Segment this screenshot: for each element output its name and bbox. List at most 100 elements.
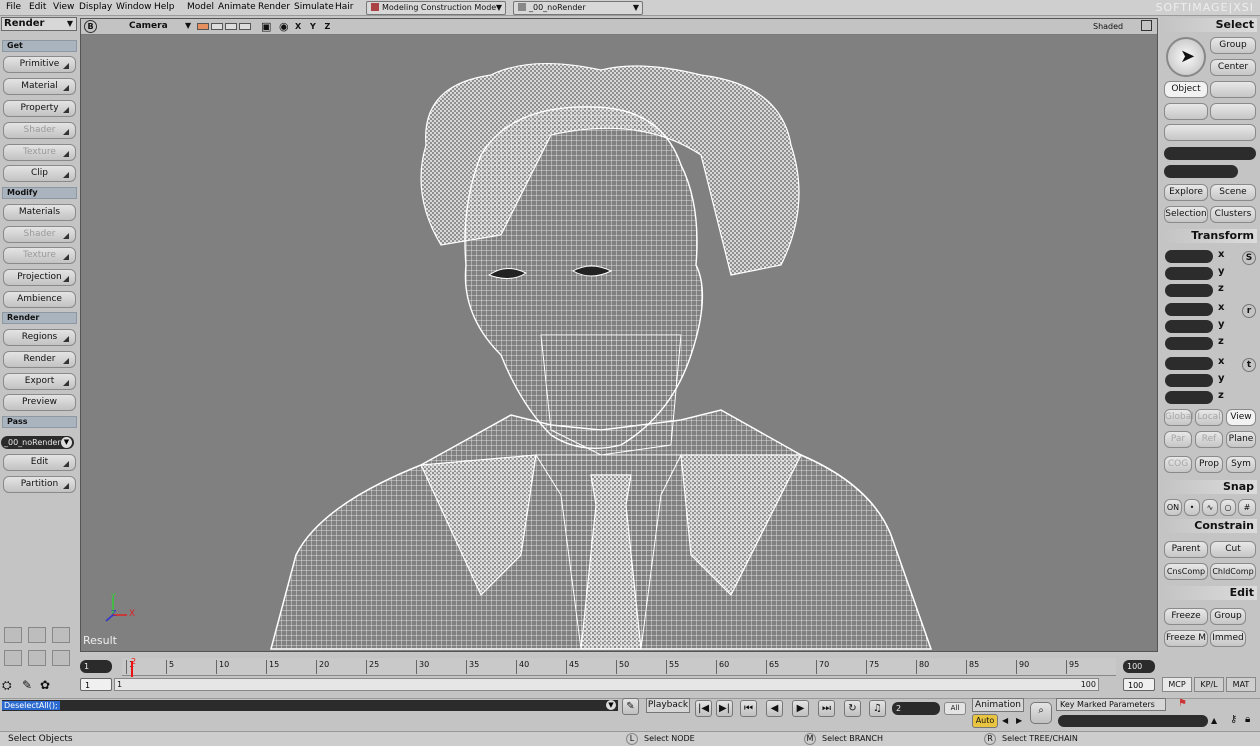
select-filter-2[interactable] [1210, 81, 1256, 98]
scale-z-field[interactable] [1165, 284, 1213, 297]
eye-icon[interactable]: ◉ [279, 20, 289, 33]
scene-button[interactable]: Scene [1210, 184, 1256, 201]
menu-display[interactable]: Display [79, 2, 112, 12]
immed-button[interactable]: Immed [1210, 630, 1246, 647]
regions-button[interactable]: Regions [3, 329, 76, 346]
par-button[interactable]: Par [1164, 431, 1192, 448]
animation-menu[interactable]: Animation [972, 698, 1024, 712]
preview-button[interactable]: Preview [3, 394, 76, 411]
snap-surface-icon[interactable]: ○ [1220, 499, 1236, 516]
x-axis-label[interactable]: x [1218, 249, 1224, 260]
layout-icon[interactable] [4, 627, 22, 643]
rewind-icon[interactable]: ⏮ [740, 700, 757, 717]
selection-name-field[interactable] [1164, 147, 1256, 160]
property-button[interactable]: Property [3, 100, 76, 117]
modify-shader-button[interactable]: Shader [3, 226, 76, 243]
first-frame-icon[interactable]: |◀ [695, 700, 712, 717]
menu-simulate[interactable]: Simulate [294, 2, 334, 12]
center-button[interactable]: Center [1210, 59, 1256, 76]
sym-button[interactable]: Sym [1226, 456, 1256, 473]
local-button[interactable]: Local [1195, 409, 1223, 426]
timeline-start-field[interactable]: 1 [80, 660, 112, 673]
palette-icon[interactable]: ✿ [40, 678, 50, 692]
rotate-icon[interactable]: r [1242, 304, 1256, 318]
range-slider[interactable]: 1 100 [114, 678, 1099, 691]
loop-icon[interactable]: ↻ [844, 700, 861, 717]
audio-icon[interactable]: ♫ [869, 700, 886, 717]
split-view-icon[interactable] [28, 627, 46, 643]
select-arrow-button[interactable]: ➤ [1166, 37, 1206, 77]
camera-icon[interactable]: ▣ [261, 20, 271, 33]
maximize-icon[interactable] [1141, 20, 1152, 31]
keyframe-icon[interactable]: ⚑ [1178, 698, 1187, 709]
script-command-line[interactable]: DeselectAll(); ▼ [2, 700, 618, 711]
parent-button[interactable]: Parent [1164, 541, 1208, 558]
brush-icon[interactable]: ✎ [22, 678, 32, 692]
snap-curve-icon[interactable]: ∿ [1202, 499, 1218, 516]
display-mode-select[interactable]: Shaded [1093, 22, 1123, 31]
translate-x-field[interactable] [1165, 357, 1213, 370]
playback-menu[interactable]: Playback [646, 698, 690, 713]
current-frame-field[interactable]: 1 [80, 678, 112, 691]
z-axis-label[interactable]: z [1218, 336, 1224, 347]
snap-point-icon[interactable]: • [1184, 499, 1200, 516]
menu-render[interactable]: Render [258, 2, 290, 12]
freeze-button[interactable]: Freeze [1164, 608, 1208, 625]
pass-select[interactable]: _00_noRender ▼ [1, 436, 74, 449]
plane-button[interactable]: Plane [1226, 431, 1256, 448]
scale-icon[interactable]: S [1242, 251, 1256, 265]
menu-hair[interactable]: Hair [335, 2, 353, 12]
menu-view[interactable]: View [53, 2, 74, 12]
scale-y-field[interactable] [1165, 267, 1213, 280]
z-axis-label[interactable]: z [1218, 390, 1224, 401]
rotate-y-field[interactable] [1165, 320, 1213, 333]
viewport-layer-icon[interactable] [225, 23, 237, 30]
four-views-icon[interactable] [52, 627, 70, 643]
next-key-arrow-icon[interactable]: ▶ [1016, 716, 1022, 725]
menu-window[interactable]: Window [116, 2, 152, 12]
select-filter-5[interactable] [1164, 124, 1256, 141]
translate-icon[interactable]: t [1242, 358, 1256, 372]
scene-tools-icon[interactable]: ⛭ [2, 678, 12, 693]
menu-edit[interactable]: Edit [29, 2, 46, 12]
fast-forward-icon[interactable]: ⏭ [818, 700, 835, 717]
x-axis-label[interactable]: x [1218, 302, 1224, 313]
selection-filter-field[interactable] [1164, 165, 1238, 178]
object-button[interactable]: Object [1164, 81, 1208, 98]
viewport[interactable]: B Camera ▼ ▣ ◉ X Y Z Shaded Y X Z Result [80, 18, 1158, 652]
materials-button[interactable]: Materials [3, 204, 76, 221]
view-layout-icon[interactable] [4, 650, 22, 666]
prev-key-arrow-icon[interactable]: ◀ [1002, 716, 1008, 725]
partition-button[interactable]: Partition [3, 476, 76, 493]
cnscomp-button[interactable]: CnsComp [1164, 563, 1208, 580]
scale-x-field[interactable] [1165, 250, 1213, 263]
chldcomp-button[interactable]: ChldComp [1210, 563, 1256, 580]
group-button[interactable]: Group [1210, 37, 1256, 54]
view-button[interactable]: View [1226, 409, 1256, 426]
material-button[interactable]: Material [3, 78, 76, 95]
primitive-button[interactable]: Primitive [3, 56, 76, 73]
menu-help[interactable]: Help [154, 2, 175, 12]
snap-on-toggle[interactable]: ON [1164, 499, 1182, 516]
tab-mat[interactable]: MAT [1226, 677, 1256, 692]
pass-edit-button[interactable]: Edit [3, 454, 76, 471]
tab-mcp[interactable]: MCP [1162, 677, 1192, 692]
selection-button[interactable]: Selection [1164, 206, 1208, 223]
frame-field[interactable]: 2 [892, 702, 940, 715]
auto-key-button[interactable]: Auto [972, 714, 998, 728]
edit-group-button[interactable]: Group [1210, 608, 1246, 625]
menu-model[interactable]: Model [187, 2, 214, 12]
key-marked-parameters-menu[interactable]: Key Marked Parameters [1056, 698, 1166, 711]
menu-file[interactable]: File [6, 2, 21, 12]
clip-button[interactable]: Clip [3, 165, 76, 182]
y-axis-label[interactable]: y [1218, 266, 1225, 277]
range-end-field[interactable]: 100 [1123, 678, 1155, 691]
viewport-layer-icon[interactable] [197, 23, 209, 30]
select-filter-4[interactable] [1210, 103, 1256, 120]
axis-toggles[interactable]: X Y Z [295, 22, 333, 31]
step-back-icon[interactable]: ◀ [766, 700, 783, 717]
select-filter-3[interactable] [1164, 103, 1208, 120]
timeline-ruler[interactable]: 15101520253035404550556065707580859095 2 [122, 657, 1116, 677]
y-axis-label[interactable]: y [1218, 373, 1225, 384]
ref-button[interactable]: Ref [1195, 431, 1223, 448]
